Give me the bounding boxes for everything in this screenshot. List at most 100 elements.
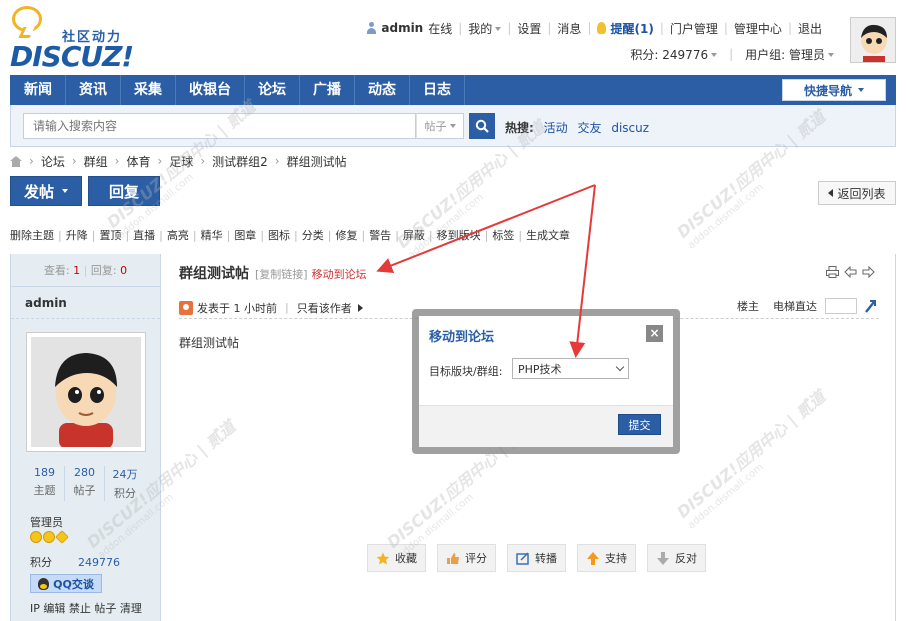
mod-tool[interactable]: 图章	[234, 227, 256, 243]
mod-tool[interactable]: 修复	[335, 227, 357, 243]
floor-jump-input[interactable]	[825, 298, 857, 314]
settings-link[interactable]: 设置	[517, 20, 541, 37]
mod-tool[interactable]: 高亮	[167, 227, 189, 243]
dialog-footer: 提交	[419, 405, 673, 447]
quick-nav-button[interactable]: 快捷导航	[782, 79, 886, 101]
my-menu[interactable]: 我的	[468, 20, 502, 37]
search-bar: 帖子 热搜: 活动 交友 discuz	[10, 105, 896, 147]
arrow-right-icon	[357, 303, 363, 312]
star-icon	[376, 552, 390, 564]
submit-button[interactable]: 提交	[618, 414, 661, 435]
author-admin-links[interactable]: IP 编辑 禁止 帖子 清理	[30, 600, 142, 616]
breadcrumb-item[interactable]: 体育	[126, 153, 150, 170]
stat-credits[interactable]: 24万 积分	[105, 466, 145, 501]
breadcrumb-item[interactable]: 论坛	[41, 153, 65, 170]
only-author-link[interactable]: 只看该作者	[297, 300, 352, 316]
post-actions: 收藏 评分 转播 支持 反对	[367, 544, 717, 572]
prev-thread-icon[interactable]	[844, 266, 857, 278]
back-to-list-button[interactable]: 返回列表	[818, 181, 896, 205]
messages-link[interactable]: 消息	[557, 20, 581, 37]
mod-tool[interactable]: 生成文章	[526, 227, 570, 243]
qq-chat-button[interactable]: QQ交谈	[30, 574, 102, 593]
reply-button[interactable]: 回复	[88, 176, 160, 206]
post-title: 群组测试帖	[179, 266, 249, 282]
nav-item-news[interactable]: 新闻	[10, 75, 66, 105]
rate-button[interactable]: 评分	[437, 544, 496, 572]
nav-item-info[interactable]: 资讯	[66, 75, 121, 105]
post-body: 群组测试帖	[179, 336, 240, 350]
oppose-button[interactable]: 反对	[647, 544, 706, 572]
floor-label[interactable]: 楼主	[737, 298, 759, 314]
mod-tool[interactable]: 精华	[201, 227, 223, 243]
replies-count: 0	[120, 264, 128, 277]
breadcrumb-item[interactable]: 群组测试帖	[287, 153, 347, 170]
close-icon[interactable]: ×	[646, 325, 663, 342]
jump-label: 电梯直达	[773, 300, 817, 313]
breadcrumb-item[interactable]: 足球	[169, 153, 193, 170]
mod-tool[interactable]: 删除主题	[10, 227, 54, 243]
discuz-logo[interactable]: 社区动力 DISCUZ!	[10, 6, 140, 73]
logo-wordmark: DISCUZ!	[10, 40, 134, 73]
nav-item-forum[interactable]: 论坛	[245, 75, 300, 105]
breadcrumb-item[interactable]: 群组	[84, 153, 108, 170]
hot-word[interactable]: 活动	[544, 121, 568, 135]
copy-link[interactable]: [复制链接]	[255, 266, 308, 282]
mod-tool[interactable]: 移到版块	[437, 227, 481, 243]
author-group[interactable]: 管理员	[30, 514, 63, 530]
credits-menu[interactable]: 积分: 249776	[630, 46, 718, 63]
author-name[interactable]: admin	[11, 287, 160, 319]
author-avatar[interactable]	[26, 332, 146, 452]
nav-item-feed[interactable]: 动态	[355, 75, 410, 105]
breadcrumb: › 论坛 › 群组 › 体育 › 足球 › 测试群组2 › 群组测试帖	[10, 153, 347, 169]
nav-item-cashier[interactable]: 收银台	[176, 75, 245, 105]
nav-item-collect[interactable]: 采集	[121, 75, 176, 105]
avatar[interactable]	[850, 17, 896, 63]
mod-tool[interactable]: 分类	[302, 227, 324, 243]
mod-tool[interactable]: 屏蔽	[403, 227, 425, 243]
mod-tool[interactable]: 图标	[268, 227, 290, 243]
thumb-icon	[447, 552, 459, 564]
mod-tool[interactable]: 标签	[492, 227, 514, 243]
admin-center-link[interactable]: 管理中心	[734, 20, 782, 37]
author-sidebar: 查看: 1 | 回复: 0 admin 189 主题 280 帖子 24万 积分…	[11, 254, 161, 621]
portal-admin-link[interactable]: 门户管理	[670, 20, 718, 37]
nav-item-blog[interactable]: 日志	[410, 75, 465, 105]
hot-word[interactable]: discuz	[611, 121, 649, 135]
mod-tool[interactable]: 置顶	[99, 227, 121, 243]
user-bar: admin 在线 | 我的 | 设置 | 消息 | 提醒(1) | 门户管理 |…	[366, 20, 822, 36]
search-icon	[475, 119, 489, 133]
stat-posts[interactable]: 280 帖子	[65, 466, 105, 501]
move-to-forum-link[interactable]: 移动到论坛	[312, 266, 367, 282]
remind-link[interactable]: 提醒(1)	[610, 20, 653, 37]
username-link[interactable]: admin	[381, 21, 423, 35]
share-button[interactable]: 转播	[507, 544, 566, 572]
mod-tool[interactable]: 警告	[369, 227, 391, 243]
mod-tool[interactable]: 升降	[66, 227, 88, 243]
next-thread-icon[interactable]	[862, 266, 875, 278]
hot-word[interactable]: 交友	[577, 121, 601, 135]
chevron-down-icon	[828, 53, 834, 57]
nav-item-broadcast[interactable]: 广播	[300, 75, 355, 105]
new-post-button[interactable]: 发帖	[10, 176, 82, 206]
search-input[interactable]	[23, 113, 416, 139]
stat-threads[interactable]: 189 主题	[25, 466, 65, 501]
move-to-forum-dialog: 移动到论坛 × 目标版块/群组: PHP技术 提交	[419, 316, 673, 447]
favorite-button[interactable]: 收藏	[367, 544, 426, 572]
jump-go-icon[interactable]	[863, 299, 877, 313]
search-type-select[interactable]: 帖子	[416, 113, 464, 139]
post-title-row: 群组测试帖 [复制链接] 移动到论坛	[179, 263, 367, 283]
logout-link[interactable]: 退出	[798, 20, 822, 37]
usergroup-menu[interactable]: 用户组: 管理员	[745, 46, 834, 63]
share-icon	[516, 551, 529, 565]
home-icon[interactable]	[10, 155, 22, 167]
target-forum-select[interactable]: PHP技术	[512, 358, 629, 379]
sun-icon	[30, 531, 42, 543]
qq-penguin-icon	[38, 577, 50, 590]
arrow-left-icon	[828, 189, 834, 197]
views-count: 1	[73, 264, 81, 277]
support-button[interactable]: 支持	[577, 544, 636, 572]
mod-tool[interactable]: 直播	[133, 227, 155, 243]
search-button[interactable]	[469, 113, 495, 139]
breadcrumb-item[interactable]: 测试群组2	[212, 153, 268, 170]
print-icon[interactable]	[826, 266, 839, 278]
